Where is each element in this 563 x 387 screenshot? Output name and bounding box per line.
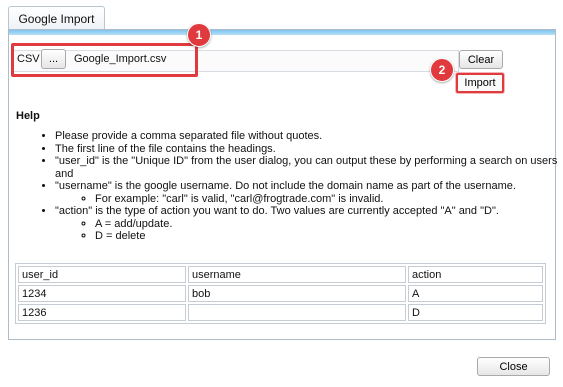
- table-cell: 1234: [18, 285, 186, 302]
- table-cell: D: [408, 304, 543, 321]
- help-item-text: "username" is the google username. Do no…: [55, 180, 516, 192]
- panel-header-bar: [9, 30, 555, 35]
- help-subitem: For example: "carl" is valid, "carl@frog…: [95, 193, 563, 206]
- help-item: The first line of the file contains the …: [55, 143, 563, 156]
- help-sublist: For example: "carl" is valid, "carl@frog…: [55, 193, 563, 206]
- help-item: "action" is the type of action you want …: [55, 205, 563, 243]
- help-list: Please provide a comma separated file wi…: [15, 130, 563, 243]
- csv-preview-table: user_id username action 1234 bob A 1236 …: [15, 263, 546, 324]
- table-cell: A: [408, 285, 543, 302]
- table-cell: [188, 304, 406, 321]
- table-header-cell: action: [408, 266, 543, 283]
- table-header-row: user_id username action: [18, 266, 543, 283]
- table-row: 1234 bob A: [18, 285, 543, 302]
- help-subitem: D = delete: [95, 230, 563, 243]
- file-selection-highlight: [11, 43, 198, 77]
- import-button[interactable]: Import: [456, 73, 504, 93]
- table-header-cell: user_id: [18, 266, 186, 283]
- table-cell: bob: [188, 285, 406, 302]
- help-item: Please provide a comma separated file wi…: [55, 130, 563, 143]
- step-1-badge: 1: [187, 23, 211, 47]
- tab-google-import[interactable]: Google Import: [8, 6, 105, 30]
- step-2-badge: 2: [430, 58, 454, 82]
- table-row: 1236 D: [18, 304, 543, 321]
- help-item: "username" is the google username. Do no…: [55, 180, 563, 205]
- help-item: "user_id" is the "Unique ID" from the us…: [55, 155, 563, 180]
- help-title: Help: [16, 110, 40, 122]
- table-cell: 1236: [18, 304, 186, 321]
- table-header-cell: username: [188, 266, 406, 283]
- clear-button[interactable]: Clear: [459, 50, 503, 69]
- close-button[interactable]: Close: [477, 357, 550, 376]
- help-subitem: A = add/update.: [95, 218, 563, 231]
- help-sublist: A = add/update. D = delete: [55, 218, 563, 243]
- help-item-text: "action" is the type of action you want …: [55, 205, 499, 217]
